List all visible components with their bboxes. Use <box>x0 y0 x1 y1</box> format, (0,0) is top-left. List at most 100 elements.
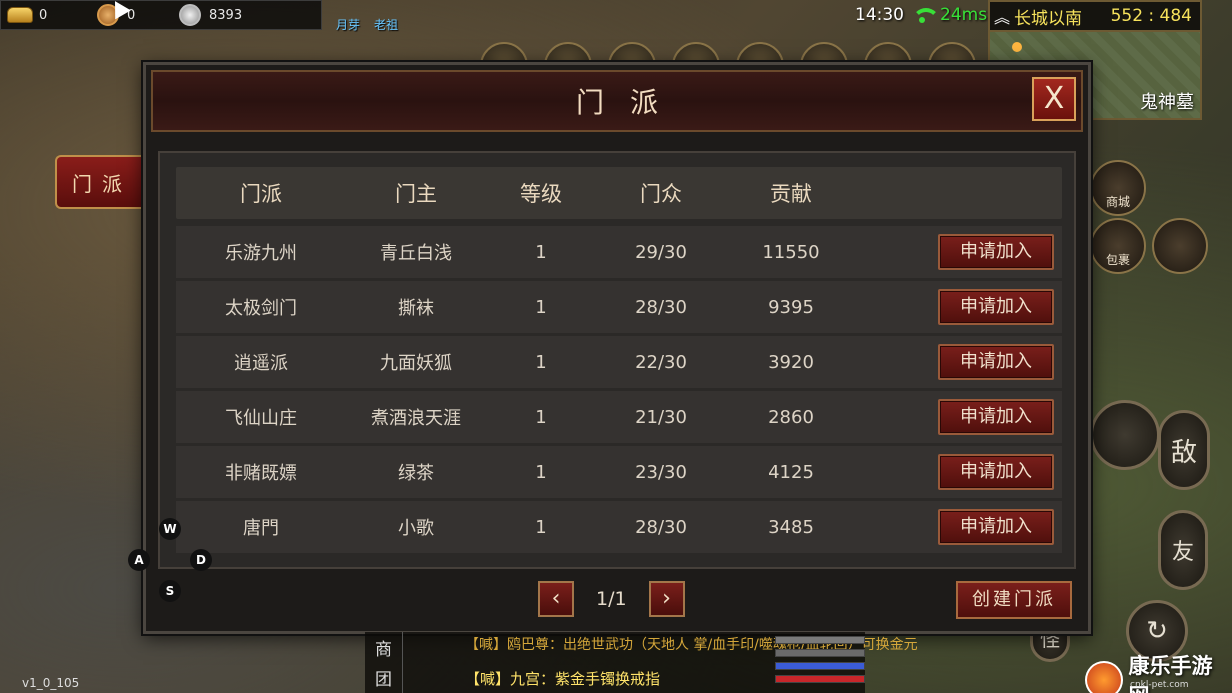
apply-join-button[interactable]: 申请加入 <box>938 509 1054 545</box>
grid-menu-button[interactable] <box>1152 218 1208 274</box>
guild-members: 28/30 <box>635 296 687 318</box>
friend-target-button[interactable]: 友 <box>1158 510 1208 590</box>
enemy-target-button[interactable]: 敌 <box>1158 410 1210 490</box>
guild-contribution: 9395 <box>768 296 814 318</box>
shop-button[interactable]: 商城 <box>1090 160 1146 216</box>
map-region: 长城以南 <box>1014 8 1083 29</box>
table-row: 非赌既嫖 绿茶 1 23/30 4125 申请加入 <box>176 446 1062 498</box>
guild-name: 逍遥派 <box>234 353 288 374</box>
guild-members: 23/30 <box>635 461 687 483</box>
guild-name: 乐游九州 <box>225 243 297 264</box>
chat-tab-trade[interactable]: 商 <box>375 635 392 660</box>
guild-level: 1 <box>535 516 547 538</box>
ping-value: 24ms <box>940 5 988 25</box>
guild-leader: 撕袜 <box>398 298 434 319</box>
silver-coin-icon <box>177 4 203 26</box>
npc-name-label: 老祖 <box>374 18 399 32</box>
guild-rows: 乐游九州 青丘白浅 1 29/30 11550 申请加入 太极剑门 撕袜 1 2… <box>176 226 1062 556</box>
table-row: 太极剑门 撕袜 1 28/30 9395 申请加入 <box>176 281 1062 333</box>
apply-join-button[interactable]: 申请加入 <box>938 234 1054 270</box>
gold-ingot-value: 0 <box>39 7 48 23</box>
stat-bar <box>775 675 865 683</box>
key-d[interactable]: D <box>190 549 212 571</box>
copper-coin-resource: 0 <box>95 4 167 26</box>
key-s[interactable]: S <box>159 580 181 602</box>
apply-join-button[interactable]: 申请加入 <box>938 454 1054 490</box>
guild-level: 1 <box>535 461 547 483</box>
close-button[interactable]: X <box>1032 77 1076 121</box>
watermark-logo-icon <box>1085 661 1123 693</box>
guild-level: 1 <box>535 241 547 263</box>
apply-join-button[interactable]: 申请加入 <box>938 344 1054 380</box>
header-members: 门众 <box>640 182 682 206</box>
minimap-place-label: 鬼神墓 <box>1140 92 1194 113</box>
guild-contribution: 2860 <box>768 406 814 428</box>
silver-coin-resource: 8393 <box>177 4 249 26</box>
version-label: v1_0_105 <box>22 676 80 690</box>
guild-members: 22/30 <box>635 351 687 373</box>
map-coords: 552 : 484 <box>1110 6 1192 26</box>
guild-dialog: 门派 X 门派 门主 等级 门众 贡献 乐游九州 青丘白浅 1 29/30 11… <box>143 62 1091 634</box>
guild-leader: 煮酒浪天涯 <box>371 408 461 429</box>
guild-leader: 绿茶 <box>398 463 434 484</box>
gold-ingot-resource: 0 <box>7 4 79 26</box>
guild-name: 非赌既嫖 <box>225 463 297 484</box>
next-page-button[interactable]: › <box>648 581 685 617</box>
create-guild-button[interactable]: 创建门派 <box>956 581 1072 619</box>
table-row: 唐門 小歌 1 28/30 3485 申请加入 <box>176 501 1062 553</box>
header-contribution: 贡献 <box>770 182 812 206</box>
guild-level: 1 <box>535 406 547 428</box>
npc-name-label: 月芽 <box>336 18 361 32</box>
apply-join-button[interactable]: 申请加入 <box>938 289 1054 325</box>
tab-guild[interactable]: 门派 <box>55 155 147 209</box>
guild-contribution: 3485 <box>768 516 814 538</box>
header-leader: 门主 <box>395 182 437 206</box>
stat-bar <box>775 636 865 644</box>
table-header: 门派 门主 等级 门众 贡献 <box>176 167 1062 219</box>
stat-bar <box>775 649 865 657</box>
apply-join-button[interactable]: 申请加入 <box>938 399 1054 435</box>
header-guild: 门派 <box>240 182 282 206</box>
guild-level: 1 <box>535 351 547 373</box>
player-marker-icon <box>1012 42 1022 52</box>
key-w[interactable]: W <box>159 518 181 540</box>
bag-button[interactable]: 包裹 <box>1090 218 1146 274</box>
gold-ingot-icon <box>7 4 33 26</box>
guild-contribution: 3920 <box>768 351 814 373</box>
guild-name: 飞仙山庄 <box>225 408 297 429</box>
table-row: 逍遥派 九面妖狐 1 22/30 3920 申请加入 <box>176 336 1062 388</box>
dialog-title: 门派 <box>575 86 684 119</box>
guild-name: 唐門 <box>243 518 279 539</box>
clock-time: 14:30 <box>855 5 904 25</box>
status-bar: 14:30 24ms <box>855 5 987 25</box>
key-a[interactable]: A <box>128 549 150 571</box>
wifi-icon <box>910 6 940 24</box>
resource-bar: 0 0 8393 <box>0 0 322 30</box>
table-row: 乐游九州 青丘白浅 1 29/30 11550 申请加入 <box>176 226 1062 278</box>
stat-bars <box>775 636 865 688</box>
guild-name: 太极剑门 <box>225 298 297 319</box>
guild-list-container: 门派 门主 等级 门众 贡献 乐游九州 青丘白浅 1 29/30 11550 申… <box>158 151 1076 569</box>
page-indicator: 1/1 <box>596 588 627 610</box>
guild-leader: 青丘白浅 <box>380 243 452 264</box>
guild-members: 29/30 <box>635 241 687 263</box>
pagination: ‹ 1/1 › <box>538 581 685 617</box>
chevron-up-icon[interactable]: ︽ <box>994 4 1010 28</box>
chat-message: 【喊】九宫：紫金手镯换戒指 <box>465 670 661 688</box>
guild-contribution: 11550 <box>762 241 820 263</box>
silver-coin-value: 8393 <box>209 7 243 23</box>
header-level: 等级 <box>520 182 562 206</box>
minimap-header[interactable]: ︽ 长城以南 552 : 484 <box>988 0 1202 32</box>
dialog-header: 门派 <box>151 70 1083 132</box>
stat-bar <box>775 662 865 670</box>
guild-members: 21/30 <box>635 406 687 428</box>
chat-tab-team[interactable]: 团 <box>375 665 392 690</box>
guild-leader: 小歌 <box>398 518 434 539</box>
table-row: 飞仙山庄 煮酒浪天涯 1 21/30 2860 申请加入 <box>176 391 1062 443</box>
guild-contribution: 4125 <box>768 461 814 483</box>
skill-slot-button[interactable] <box>1090 400 1160 470</box>
guild-members: 28/30 <box>635 516 687 538</box>
copper-coin-value: 0 <box>127 7 136 23</box>
prev-page-button[interactable]: ‹ <box>538 581 574 617</box>
guild-leader: 九面妖狐 <box>380 353 452 374</box>
